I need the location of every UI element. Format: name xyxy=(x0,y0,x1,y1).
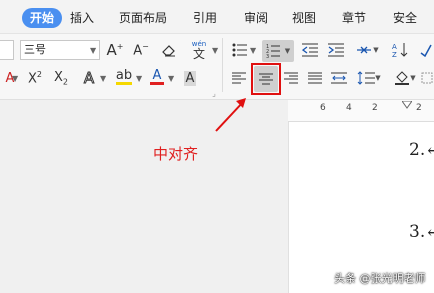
callout-label: 中对齐 xyxy=(153,145,199,163)
watermark: 头条 @张光明老师 xyxy=(334,272,426,285)
annotation-arrow-icon xyxy=(215,98,246,132)
